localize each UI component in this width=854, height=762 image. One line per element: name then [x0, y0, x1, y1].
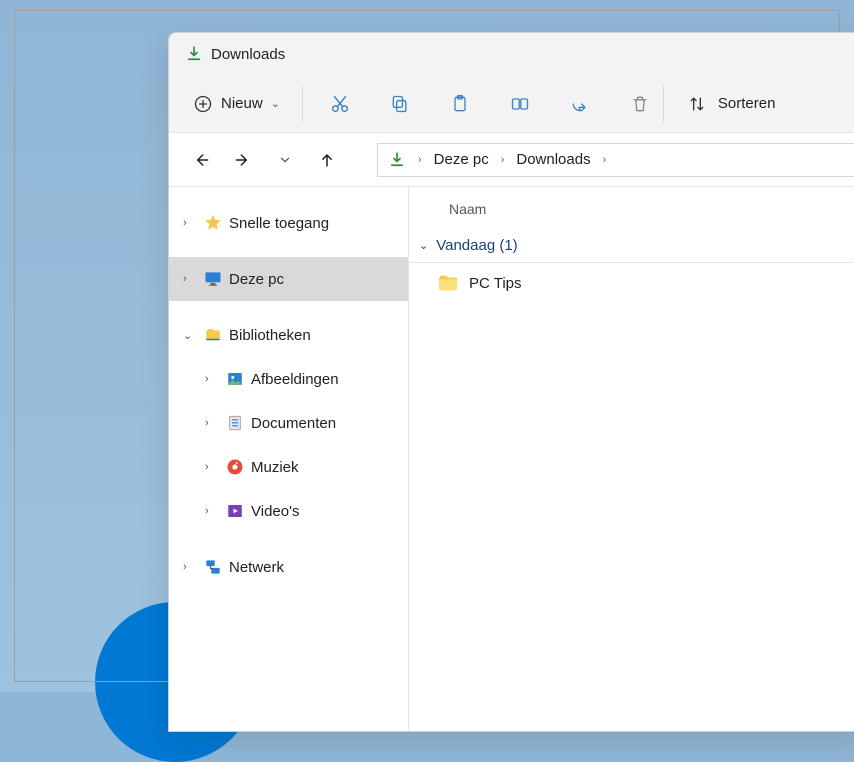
tree-item-libraries[interactable]: ⌄ Bibliotheken [169, 313, 408, 357]
tree-label: Video's [251, 503, 299, 520]
sort-icon[interactable] [686, 93, 708, 115]
up-button[interactable] [317, 150, 337, 170]
tree-label: Netwerk [229, 559, 284, 576]
tree-item-network[interactable]: › Netwerk [169, 545, 408, 589]
chevron-right-icon: › [183, 561, 197, 573]
file-name: PC Tips [469, 275, 522, 292]
new-button-label: Nieuw [221, 95, 263, 112]
breadcrumb-folder[interactable]: Downloads [516, 151, 590, 168]
chevron-right-icon: › [183, 273, 197, 285]
file-explorer-window: Downloads Nieuw ⌄ [168, 32, 854, 732]
navigation-tree: › Snelle toegang › Deze pc ⌄ [169, 187, 409, 731]
tree-label: Muziek [251, 459, 299, 476]
pictures-icon [225, 369, 245, 389]
chevron-right-icon: › [205, 505, 219, 517]
chevron-down-icon: ⌄ [419, 239, 428, 252]
network-icon [203, 557, 223, 577]
plus-circle-icon [193, 94, 213, 114]
sort-button-label[interactable]: Sorteren [718, 95, 776, 112]
group-label: Vandaag (1) [436, 237, 517, 254]
toolbar-divider [302, 86, 303, 122]
chevron-right-icon[interactable]: › [499, 154, 507, 166]
address-bar[interactable]: › Deze pc › Downloads › [377, 143, 854, 177]
nav-bar: › Deze pc › Downloads › [169, 133, 854, 187]
documents-icon [225, 413, 245, 433]
tree-item-videos[interactable]: › Video's [169, 489, 408, 533]
tree-label: Deze pc [229, 271, 284, 288]
rename-icon[interactable] [509, 93, 531, 115]
nav-controls [169, 150, 377, 170]
trash-icon[interactable] [629, 93, 651, 115]
back-button[interactable] [191, 150, 211, 170]
file-list-pane: Naam ⌄ Vandaag (1) PC Tips [409, 187, 854, 731]
chevron-right-icon: › [183, 217, 197, 229]
forward-button[interactable] [233, 150, 253, 170]
tree-item-music[interactable]: › Muziek [169, 445, 408, 489]
breadcrumb-root[interactable]: Deze pc [434, 151, 489, 168]
chevron-right-icon: › [205, 373, 219, 385]
toolbar-icons [315, 93, 651, 115]
new-button[interactable]: Nieuw ⌄ [183, 88, 290, 120]
chevron-down-icon: ⌄ [271, 97, 280, 110]
share-icon[interactable] [569, 93, 591, 115]
tree-label: Documenten [251, 415, 336, 432]
videos-icon [225, 501, 245, 521]
toolbar: Nieuw ⌄ So [169, 75, 854, 133]
copy-icon[interactable] [389, 93, 411, 115]
tree-label: Bibliotheken [229, 327, 311, 344]
libraries-icon [203, 325, 223, 345]
group-header-today[interactable]: ⌄ Vandaag (1) [409, 229, 854, 263]
folder-icon [437, 274, 459, 292]
music-icon [225, 457, 245, 477]
tree-label: Afbeeldingen [251, 371, 339, 388]
toolbar-divider-2 [663, 86, 664, 122]
downloads-icon [388, 151, 406, 169]
tree-item-this-pc[interactable]: › Deze pc [169, 257, 408, 301]
chevron-right-icon: › [205, 417, 219, 429]
tree-item-pictures[interactable]: › Afbeeldingen [169, 357, 408, 401]
window-title: Downloads [211, 46, 285, 63]
downloads-icon [185, 45, 203, 63]
cut-icon[interactable] [329, 93, 351, 115]
tree-label: Snelle toegang [229, 215, 329, 232]
tree-item-quick-access[interactable]: › Snelle toegang [169, 201, 408, 245]
recent-button[interactable] [275, 150, 295, 170]
file-row[interactable]: PC Tips [409, 263, 854, 303]
monitor-icon [203, 269, 223, 289]
content-area: › Snelle toegang › Deze pc ⌄ [169, 187, 854, 731]
titlebar: Downloads [169, 33, 854, 75]
chevron-right-icon[interactable]: › [416, 154, 424, 166]
paste-icon[interactable] [449, 93, 471, 115]
star-icon [203, 213, 223, 233]
column-header-name[interactable]: Naam [409, 201, 854, 229]
chevron-down-icon: ⌄ [183, 329, 197, 342]
chevron-right-icon: › [205, 461, 219, 473]
tree-item-documents[interactable]: › Documenten [169, 401, 408, 445]
chevron-right-icon[interactable]: › [601, 154, 609, 166]
